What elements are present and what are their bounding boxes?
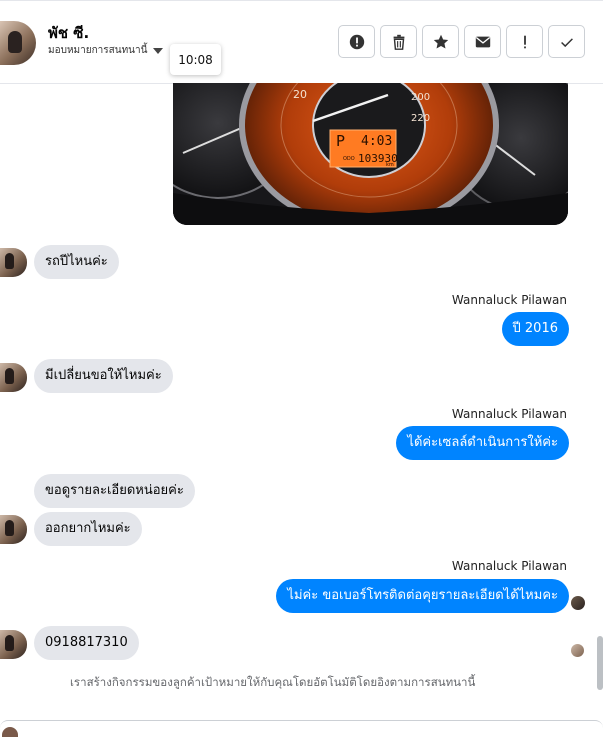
incoming-message: ขอดูรายละเอียดหน่อยค่ะ xyxy=(34,474,195,508)
check-icon xyxy=(560,37,573,47)
priority-button[interactable] xyxy=(506,25,543,58)
odo-unit: km xyxy=(386,162,394,168)
contact-avatar-small[interactable] xyxy=(0,515,27,544)
read-receipt-avatar-icon xyxy=(571,644,584,657)
incoming-message: รถปีไหนค่ะ xyxy=(34,245,119,279)
sender-name: Wannaluck Pilawan xyxy=(451,293,567,307)
exclamation-icon xyxy=(523,35,526,48)
mail-icon xyxy=(475,36,490,47)
gear-indicator: P xyxy=(336,132,345,150)
seen-avatar-icon xyxy=(571,596,585,610)
speed-mark-20: 20 xyxy=(293,88,307,101)
conversation-header: พัช ซี. มอบหมายการสนทนานี้ 10:08 xyxy=(0,1,603,84)
contact-avatar-small[interactable] xyxy=(0,630,27,659)
trip-display: 4:03 xyxy=(361,134,392,149)
assign-label: มอบหมายการสนทนานี้ xyxy=(48,45,148,56)
trash-icon xyxy=(393,34,404,50)
delete-button[interactable] xyxy=(380,25,417,58)
time-tooltip: 10:08 xyxy=(170,44,221,75)
scrollbar-thumb[interactable] xyxy=(597,636,603,690)
star-icon xyxy=(433,34,448,48)
composer-area[interactable] xyxy=(0,720,603,733)
incoming-message: มีเปลี่ยนขอให้ไหมค่ะ xyxy=(34,359,173,393)
speed-mark-200: 200 xyxy=(411,92,430,103)
caret-down-icon xyxy=(153,47,164,54)
assign-conversation-dropdown[interactable]: มอบหมายการสนทนานี้ xyxy=(48,43,164,58)
done-button[interactable] xyxy=(548,25,585,58)
contact-avatar-small[interactable] xyxy=(0,363,27,392)
sender-name: Wannaluck Pilawan xyxy=(451,559,567,573)
dashboard-photo[interactable]: 20 200 220 P 4:03 ODO 103930 km xyxy=(173,83,568,225)
spam-button[interactable] xyxy=(338,25,375,58)
outgoing-message: ไม่ค่ะ ขอเบอร์โทรติดต่อคุยรายละเอียดได้ไ… xyxy=(276,579,569,613)
outgoing-message: ปี 2016 xyxy=(501,312,569,346)
incoming-message: ออกยากไหมค่ะ xyxy=(34,512,142,546)
contact-avatar[interactable] xyxy=(0,21,36,65)
contact-name[interactable]: พัช ซี. xyxy=(48,21,89,45)
sender-name: Wannaluck Pilawan xyxy=(451,407,567,421)
header-actions xyxy=(338,25,585,58)
speed-mark-220: 220 xyxy=(411,113,430,124)
contact-avatar-small[interactable] xyxy=(0,248,27,277)
odo-prefix: ODO xyxy=(343,156,355,162)
follow-up-button[interactable] xyxy=(422,25,459,58)
alert-circle-icon xyxy=(349,34,364,49)
system-note: เราสร้างกิจกรรมของลูกค้าเป้าหมายให้กับคุ… xyxy=(70,675,476,689)
outgoing-message: ได้ค่ะเซลล์ดำเนินการให้ค่ะ xyxy=(396,426,569,460)
footer-avatar xyxy=(2,727,18,737)
mark-unread-button[interactable] xyxy=(464,25,501,58)
incoming-message: 0918817310 xyxy=(34,626,139,660)
car-dashboard-image: 20 200 220 P 4:03 ODO 103930 km xyxy=(173,83,568,225)
